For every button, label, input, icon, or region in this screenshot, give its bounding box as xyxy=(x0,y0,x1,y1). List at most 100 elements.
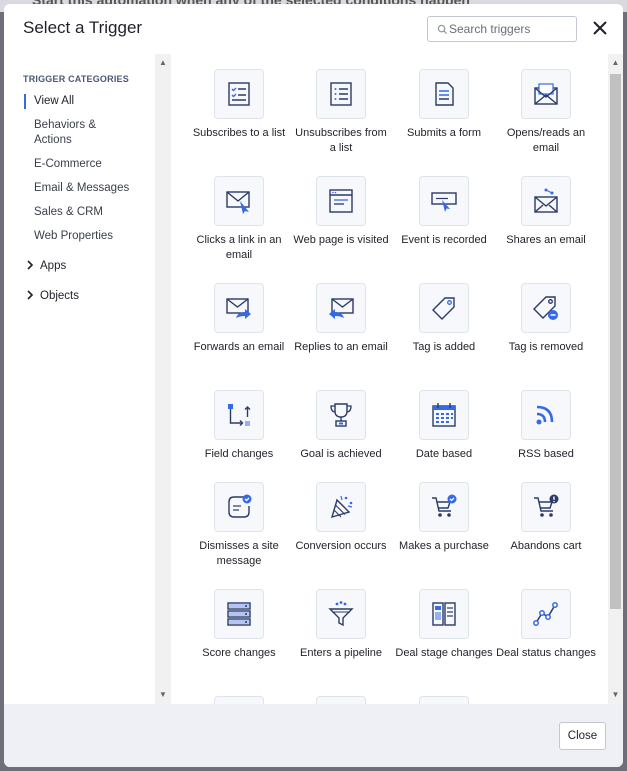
trigger-shares-email[interactable]: Shares an email xyxy=(496,176,596,248)
trigger-submits-form[interactable]: Submits a form xyxy=(394,69,494,141)
sidebar-item-behaviors-actions[interactable]: Behaviors & Actions xyxy=(24,118,114,148)
scroll-up-arrow-icon[interactable]: ▲ xyxy=(608,58,623,67)
chevron-right-icon xyxy=(27,290,34,300)
trigger-icon-box xyxy=(521,283,571,333)
trigger-label: Conversion occurs xyxy=(295,540,387,552)
trigger-icon-box xyxy=(419,589,469,639)
trigger-date-based[interactable]: Date based xyxy=(394,390,494,462)
trigger-makes-purchase[interactable]: Makes a purchase xyxy=(394,482,494,554)
sidebar-expand-objects[interactable]: Objects xyxy=(26,290,79,302)
trigger-label: Submits a form xyxy=(407,127,481,139)
open-envelope-icon xyxy=(534,83,558,105)
trigger-goal-achieved[interactable]: Goal is achieved xyxy=(291,390,391,462)
trigger-partial-tile[interactable] xyxy=(394,696,494,704)
trigger-icon-box xyxy=(214,482,264,532)
trigger-forwards-email[interactable]: Forwards an email xyxy=(189,283,289,355)
search-input[interactable] xyxy=(449,20,573,38)
trigger-icon-box xyxy=(316,390,366,440)
trigger-label: Web page is visited xyxy=(293,234,389,246)
trigger-icon-box xyxy=(214,696,264,704)
trigger-score-changes[interactable]: Score changes xyxy=(189,589,289,661)
trigger-icon-box xyxy=(316,176,366,226)
form-icon xyxy=(435,82,454,106)
modal-footer: Close xyxy=(4,704,623,767)
trigger-label: Clicks a link in an email xyxy=(196,234,282,261)
trigger-deal-stage-changes[interactable]: Deal stage changes xyxy=(394,589,494,661)
search-box[interactable] xyxy=(427,16,577,42)
close-icon[interactable] xyxy=(591,19,609,37)
tag-icon xyxy=(432,297,455,320)
trigger-icon-box xyxy=(214,390,264,440)
sidebar-scrollbar[interactable]: ▲ ▼ xyxy=(155,54,171,704)
scroll-down-arrow-icon[interactable]: ▼ xyxy=(608,690,623,699)
search-icon xyxy=(437,24,448,35)
funnel-icon xyxy=(328,601,354,627)
trigger-label: Opens/reads an email xyxy=(506,127,586,154)
trigger-icon-box xyxy=(214,176,264,226)
trigger-label: Deal stage changes xyxy=(395,647,493,659)
deal-stage-icon xyxy=(432,602,456,626)
trigger-field-changes[interactable]: Field changes xyxy=(189,390,289,462)
trigger-label: Unsubscribes from a list xyxy=(295,127,387,154)
close-button[interactable]: Close xyxy=(559,722,606,750)
cart-check-icon xyxy=(432,494,457,517)
trigger-icon-box xyxy=(214,589,264,639)
trigger-icon-box xyxy=(419,69,469,119)
calendar-icon xyxy=(432,403,456,427)
trigger-label: Goal is achieved xyxy=(300,448,382,460)
tag-remove-icon xyxy=(533,296,558,320)
trigger-conversion-occurs[interactable]: Conversion occurs xyxy=(291,482,391,554)
scroll-down-arrow-icon[interactable]: ▼ xyxy=(155,690,171,699)
trigger-enters-pipeline[interactable]: Enters a pipeline xyxy=(291,589,391,661)
trigger-icon-box xyxy=(214,283,264,333)
trigger-partial-tile[interactable] xyxy=(291,696,391,704)
trigger-event-recorded[interactable]: Event is recorded xyxy=(394,176,494,248)
field-change-icon xyxy=(228,404,251,426)
scroll-up-arrow-icon[interactable]: ▲ xyxy=(155,58,171,67)
trigger-label: Event is recorded xyxy=(401,234,487,246)
trigger-partial-tile[interactable] xyxy=(189,696,289,704)
trigger-icon-box xyxy=(419,482,469,532)
scrollbar-thumb[interactable] xyxy=(610,74,621,609)
trigger-icon-box xyxy=(521,482,571,532)
trigger-icon-box xyxy=(521,176,571,226)
rss-icon xyxy=(536,405,554,425)
sidebar-item-view-all[interactable]: View All xyxy=(24,94,144,109)
chevron-right-icon xyxy=(27,260,34,270)
sidebar-heading: TRIGGER CATEGORIES xyxy=(23,74,129,84)
sidebar-expand-apps[interactable]: Apps xyxy=(26,260,66,272)
trigger-dismisses-site-message[interactable]: Dismisses a site message xyxy=(189,482,289,569)
sidebar-item-ecommerce[interactable]: E-Commerce xyxy=(24,157,144,172)
trigger-rss-based[interactable]: RSS based xyxy=(496,390,596,462)
trigger-unsubscribes-from-list[interactable]: Unsubscribes from a list xyxy=(291,69,391,156)
trigger-label: Replies to an email xyxy=(294,341,388,353)
trigger-tag-removed[interactable]: Tag is removed xyxy=(496,283,596,355)
main-scrollbar[interactable]: ▲ ▼ xyxy=(608,54,623,704)
list-icon xyxy=(330,82,352,106)
cart-alert-icon xyxy=(534,494,559,517)
trigger-icon-box xyxy=(214,69,264,119)
sidebar-item-sales-crm[interactable]: Sales & CRM xyxy=(24,205,144,220)
trigger-icon-box xyxy=(419,696,469,704)
trigger-clicks-link-email[interactable]: Clicks a link in an email xyxy=(189,176,289,263)
trigger-subscribes-to-list[interactable]: Subscribes to a list xyxy=(189,69,289,141)
trigger-icon-box xyxy=(419,176,469,226)
trigger-replies-email[interactable]: Replies to an email xyxy=(291,283,391,355)
trigger-grid: Subscribes to a list Unsubscribes from a… xyxy=(171,54,608,704)
trigger-icon-box xyxy=(316,69,366,119)
sidebar-item-web-properties[interactable]: Web Properties xyxy=(24,229,144,244)
trigger-web-page-visited[interactable]: Web page is visited xyxy=(291,176,391,248)
sidebar-item-email-messages[interactable]: Email & Messages xyxy=(24,181,144,196)
score-icon xyxy=(227,602,251,626)
trigger-tag-added[interactable]: Tag is added xyxy=(394,283,494,355)
trigger-opens-reads-email[interactable]: Opens/reads an email xyxy=(496,69,596,156)
trigger-label: Tag is removed xyxy=(508,341,584,353)
apps-label: Apps xyxy=(40,260,67,272)
trigger-label: RSS based xyxy=(518,448,574,460)
modal-title: Select a Trigger xyxy=(23,18,143,37)
deal-status-icon xyxy=(533,602,558,626)
trigger-abandons-cart[interactable]: Abandons cart xyxy=(496,482,596,554)
trigger-deal-status-changes[interactable]: Deal status changes xyxy=(496,589,596,661)
share-envelope-icon xyxy=(534,188,558,213)
trophy-icon xyxy=(330,403,352,427)
